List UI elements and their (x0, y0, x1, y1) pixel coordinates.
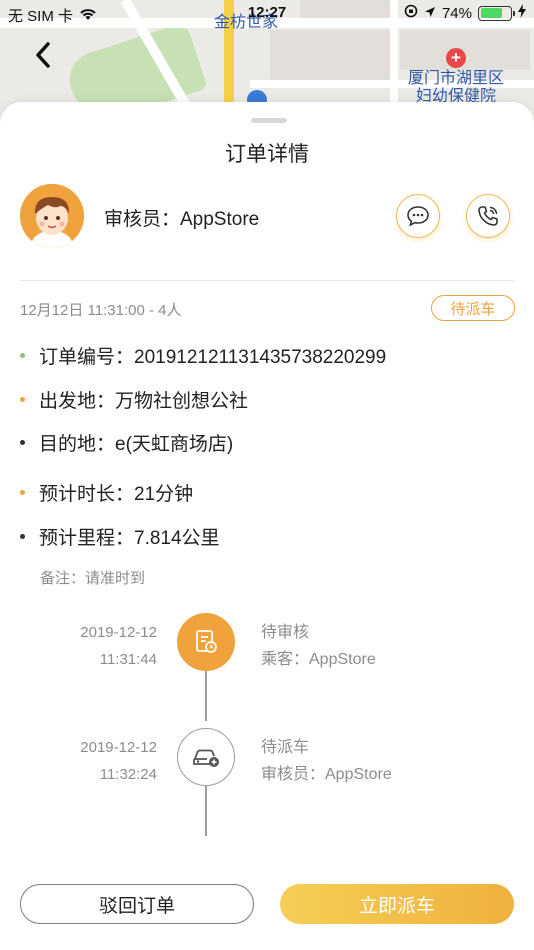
divider (20, 280, 514, 281)
battery-icon (478, 5, 515, 21)
info-row-destination: 目的地：e(天虹商场店) (20, 429, 233, 456)
info-row-order-number: 订单编号：201912121131435738220299 (20, 342, 386, 369)
timeline-status: 待派车 (261, 739, 310, 756)
timeline-step-datetime: 2019-12-12 11:32:24 (7, 734, 157, 788)
order-detail-sheet: 订单详情 审核员：AppStore 12月12日 11:31:00 - 4人 待… (0, 102, 534, 950)
bullet-dot (20, 534, 25, 539)
info-row-distance: 预计里程：7.814公里 (20, 523, 220, 550)
chat-button[interactable] (396, 194, 440, 238)
dispatch-now-button[interactable]: 立即派车 (280, 884, 514, 924)
status-badge: 待派车 (431, 295, 515, 321)
timeline-step-text: 待派车 审核员：AppStore (261, 734, 392, 788)
timeline-connector (205, 786, 207, 836)
hospital-icon: + (446, 48, 466, 68)
timeline-time: 11:31:44 (99, 651, 157, 668)
status-bar: 无 SIM 卡 12:27 74% (0, 0, 534, 28)
document-clock-icon (196, 630, 217, 653)
remark: 备注：请准时到 (40, 570, 146, 587)
car-plus-icon (193, 749, 219, 767)
boy-avatar-icon (20, 184, 84, 248)
status-bar-right: 74% (404, 4, 526, 22)
bullet-dot (20, 353, 25, 358)
timeline-actor: 乘客：AppStore (261, 651, 376, 668)
page-title: 订单详情 (225, 143, 309, 166)
timeline-time: 11:32:24 (99, 766, 157, 783)
info-row-origin: 出发地：万物社创想公社 (20, 386, 248, 413)
timeline-actor: 审核员：AppStore (261, 766, 392, 783)
estimated-duration: 预计时长：21分钟 (39, 484, 194, 505)
estimated-distance: 预计里程：7.814公里 (39, 528, 220, 549)
timeline-step-datetime: 2019-12-12 11:31:44 (7, 619, 157, 673)
reviewer-name: 审核员：AppStore (104, 209, 260, 230)
timeline-node (177, 613, 235, 671)
map-label-hospital-line1: 厦门市湖里区 (408, 70, 505, 87)
call-button[interactable] (466, 194, 510, 238)
avatar (20, 184, 84, 248)
chevron-left-icon (36, 42, 50, 68)
bullet-dot (20, 397, 25, 402)
timeline-node (177, 728, 235, 786)
bullet-dot (20, 490, 25, 495)
timeline-step-text: 待审核 乘客：AppStore (261, 619, 376, 673)
phone-icon (478, 206, 498, 226)
timeline-date: 2019-12-12 (80, 739, 157, 756)
orientation-lock-icon (404, 4, 418, 22)
timeline-connector (205, 671, 207, 721)
timeline-status: 待审核 (261, 624, 310, 641)
bullet-dot (20, 440, 25, 445)
reject-order-button[interactable]: 驳回订单 (20, 884, 254, 924)
back-button[interactable] (26, 38, 60, 72)
timeline-date: 2019-12-12 (80, 624, 157, 641)
location-arrow-icon (424, 5, 436, 22)
order-time: 12月12日 11:31:00 - 4人 (20, 302, 182, 319)
charging-icon (518, 4, 526, 22)
origin: 出发地：万物社创想公社 (39, 391, 249, 412)
sheet-grabber[interactable] (251, 118, 287, 123)
destination: 目的地：e(天虹商场店) (39, 434, 234, 455)
info-row-duration: 预计时长：21分钟 (20, 479, 193, 506)
map-block (400, 30, 530, 70)
battery-percent: 74% (441, 4, 472, 22)
map-block (270, 30, 390, 80)
order-number: 订单编号：201912121131435738220299 (39, 347, 387, 368)
chat-bubble-icon (407, 206, 429, 227)
